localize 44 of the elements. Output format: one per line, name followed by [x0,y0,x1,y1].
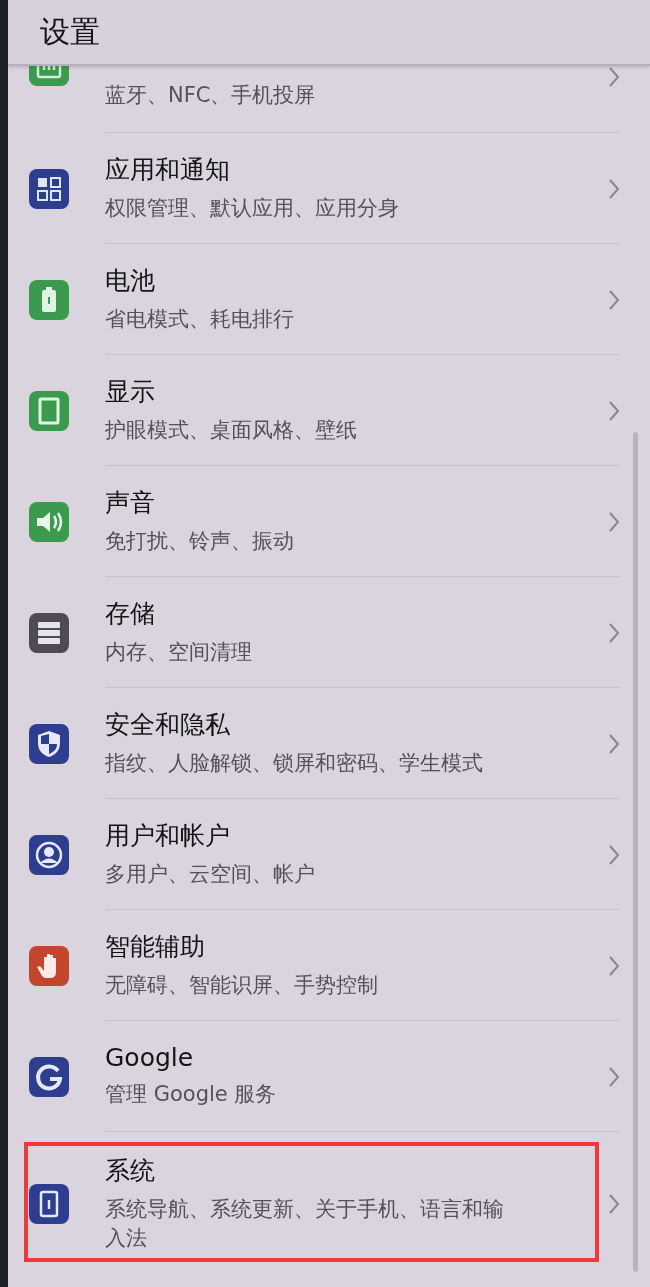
item-title: 显示 [105,376,156,409]
item-title: 用户和帐户 [105,820,231,853]
item-title: 电池 [105,265,156,298]
item-subtitle: 权限管理、默认应用、应用分身 [105,195,400,223]
chevron-icon [608,1192,620,1215]
item-title: 声音 [105,487,156,520]
item-title: 智能辅助 [105,931,206,964]
item-subtitle: 护眼模式、桌面风格、壁纸 [105,417,358,445]
item-subtitle: 指纹、人脸解锁、锁屏和密码、学生模式 [105,750,484,778]
settings-item[interactable]: 显示 护眼模式、桌面风格、壁纸 [8,355,650,466]
settings-item[interactable]: Google 管理 Google 服务 [8,1021,650,1132]
item-subtitle: 省电模式、耗电排行 [105,306,295,334]
chevron-icon [608,954,620,977]
item-subtitle: 内存、空间清理 [105,639,253,667]
item-title: 应用和通知 [105,154,231,187]
item-title: Google [105,1043,195,1073]
chevron-icon [608,399,620,422]
settings-item[interactable]: 安全和隐私 指纹、人脸解锁、锁屏和密码、学生模式 [8,688,650,799]
item-subtitle: 系统导航、系统更新、关于手机、语言和输入法 [105,1195,505,1252]
chevron-icon [608,1065,620,1088]
chevron-icon [608,732,620,755]
settings-item[interactable]: 存储 内存、空间清理 [8,577,650,688]
chevron-icon [608,177,620,200]
chevron-icon [608,66,620,88]
chevron-icon [608,288,620,311]
item-subtitle: 蓝牙、NFC、手机投屏 [105,82,317,109]
settings-item[interactable]: 应用和通知 权限管理、默认应用、应用分身 [8,133,650,244]
item-subtitle: 免打扰、铃声、振动 [105,528,295,556]
settings-item[interactable]: 用户和帐户 多用户、云空间、帐户 [8,799,650,910]
settings-item[interactable]: 电池 省电模式、耗电排行 [8,244,650,355]
settings-item[interactable]: 声音 免打扰、铃声、振动 [8,466,650,577]
chevron-icon [608,843,620,866]
settings-item[interactable]: 智能辅助 无障碍、智能识屏、手势控制 [8,910,650,1021]
settings-item[interactable]: 蓝牙、NFC、手机投屏 [8,66,650,133]
item-subtitle: 管理 Google 服务 [105,1081,278,1109]
item-title: 存储 [105,598,156,631]
item-title: 系统 [105,1154,156,1187]
settings-item[interactable]: 系统 系统导航、系统更新、关于手机、语言和输入法 [8,1132,650,1275]
item-title: 安全和隐私 [105,709,231,742]
item-subtitle: 无障碍、智能识屏、手势控制 [105,972,379,1000]
page-title: 设置 [40,12,100,51]
chevron-icon [608,621,620,644]
chevron-icon [608,510,620,533]
item-subtitle: 多用户、云空间、帐户 [105,861,316,889]
